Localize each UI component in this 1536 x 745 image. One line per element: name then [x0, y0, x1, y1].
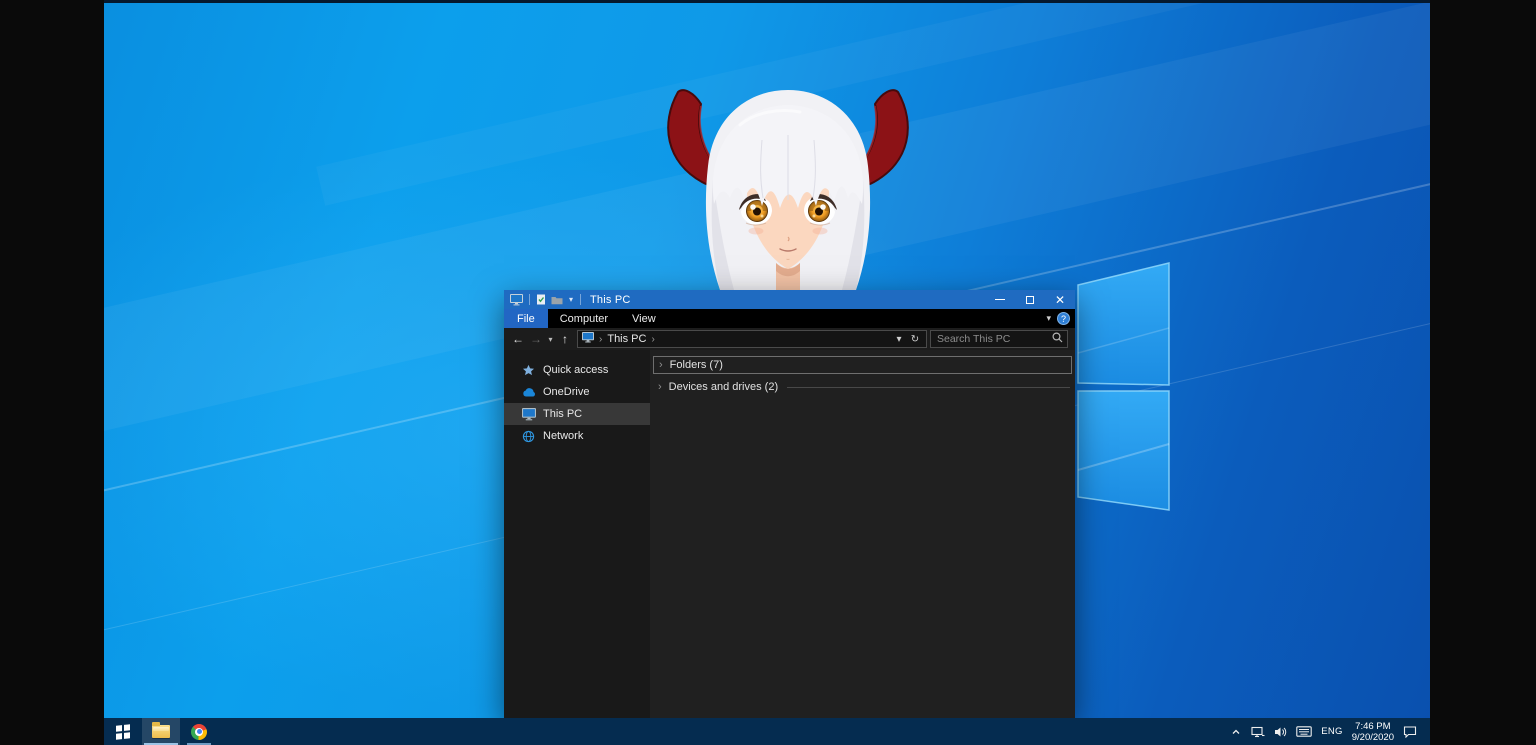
separator [529, 294, 530, 305]
navigation-pane: Quick access OneDrive This PC [504, 350, 650, 718]
group-header-folders[interactable]: › Folders (7) [653, 356, 1072, 374]
sidebar-item-network[interactable]: Network [504, 425, 650, 447]
group-label: Devices and drives (2) [669, 381, 778, 393]
file-explorer-icon [152, 725, 170, 738]
action-center-icon[interactable] [1403, 725, 1417, 738]
tab-file[interactable]: File [504, 309, 548, 328]
group-separator-line [787, 387, 1070, 388]
customize-chevron-icon[interactable]: ▾ [569, 295, 573, 304]
taskbar-clock[interactable]: 7:46 PM 9/20/2020 [1352, 721, 1394, 743]
clock-date: 9/20/2020 [1352, 732, 1394, 743]
search-icon[interactable] [1052, 330, 1063, 348]
this-pc-icon [582, 332, 594, 346]
properties-icon[interactable] [534, 293, 548, 306]
back-button[interactable]: ← [509, 328, 527, 350]
search-input[interactable] [937, 333, 1052, 345]
star-icon [521, 363, 536, 377]
sidebar-item-label: This PC [543, 408, 582, 420]
ribbon-tabs: File Computer View ▾ ? [504, 309, 1075, 328]
chevron-right-icon[interactable]: › [658, 381, 662, 393]
this-pc-icon [509, 293, 523, 306]
window-title: This PC [590, 294, 631, 306]
navigation-bar: ← → ▾ ↑ › This PC › ▾ ↻ [504, 328, 1075, 350]
desktop[interactable]: ▾ This PC ✕ File Computer View ▾ ? [104, 0, 1430, 745]
touch-keyboard-icon[interactable] [1296, 726, 1312, 737]
monitor-icon [521, 407, 536, 421]
letterbox-right [1430, 0, 1536, 745]
recent-locations-chevron-icon[interactable]: ▾ [545, 335, 556, 344]
start-windows-icon [116, 724, 130, 739]
letterbox-left [0, 0, 104, 745]
tab-computer[interactable]: Computer [548, 313, 620, 325]
cloud-icon [521, 385, 536, 399]
breadcrumb-chevron-icon[interactable]: › [599, 334, 602, 345]
screen: ▾ This PC ✕ File Computer View ▾ ? [0, 0, 1536, 745]
system-tray: ENG 7:46 PM 9/20/2020 [1230, 718, 1430, 745]
language-indicator[interactable]: ENG [1321, 726, 1343, 737]
network-status-icon[interactable] [1251, 726, 1265, 738]
file-explorer-window: ▾ This PC ✕ File Computer View ▾ ? [504, 290, 1075, 718]
refresh-icon[interactable]: ↻ [907, 334, 923, 345]
items-view[interactable]: › Folders (7) › Devices and drives (2) [650, 350, 1075, 718]
help-icon[interactable]: ? [1057, 312, 1070, 325]
volume-icon[interactable] [1274, 726, 1287, 738]
start-button[interactable] [104, 718, 142, 745]
chevron-right-icon[interactable]: › [659, 359, 663, 371]
sidebar-item-this-pc[interactable]: This PC [504, 403, 650, 425]
separator [580, 294, 581, 305]
sidebar-item-quick-access[interactable]: Quick access [504, 359, 650, 381]
sidebar-item-label: Network [543, 430, 583, 442]
close-button[interactable]: ✕ [1045, 290, 1075, 309]
titlebar[interactable]: ▾ This PC ✕ [504, 290, 1075, 309]
maximize-button[interactable] [1015, 290, 1045, 309]
hidden-icons-chevron-up-icon[interactable] [1230, 726, 1242, 738]
breadcrumb-chevron-icon[interactable]: › [651, 334, 654, 345]
taskbar-chrome-button[interactable] [180, 718, 218, 745]
screen-top-edge [104, 0, 1430, 3]
search-box[interactable] [930, 330, 1068, 348]
sidebar-item-label: OneDrive [543, 386, 589, 398]
breadcrumb-location[interactable]: This PC [607, 333, 646, 345]
group-label: Folders (7) [670, 359, 723, 371]
previous-locations-chevron-icon[interactable]: ▾ [891, 334, 907, 345]
minimize-button[interactable] [985, 290, 1015, 309]
windows-logo-wallpaper [1074, 258, 1174, 516]
sidebar-item-onedrive[interactable]: OneDrive [504, 381, 650, 403]
expand-ribbon-chevron-icon[interactable]: ▾ [1046, 313, 1051, 324]
taskbar: ENG 7:46 PM 9/20/2020 [104, 718, 1430, 745]
network-icon [521, 429, 536, 443]
up-button[interactable]: ↑ [556, 328, 574, 350]
group-header-devices-and-drives[interactable]: › Devices and drives (2) [653, 378, 1072, 396]
new-folder-icon[interactable] [550, 293, 564, 306]
address-bar[interactable]: › This PC › ▾ ↻ [577, 330, 927, 348]
taskbar-file-explorer-button[interactable] [142, 718, 180, 745]
chrome-icon [191, 724, 207, 740]
sidebar-item-label: Quick access [543, 364, 608, 376]
anime-avatar [650, 80, 935, 292]
clock-time: 7:46 PM [1352, 721, 1394, 732]
caption-buttons: ✕ [985, 290, 1075, 309]
forward-button[interactable]: → [527, 328, 545, 350]
tab-view[interactable]: View [620, 313, 668, 325]
